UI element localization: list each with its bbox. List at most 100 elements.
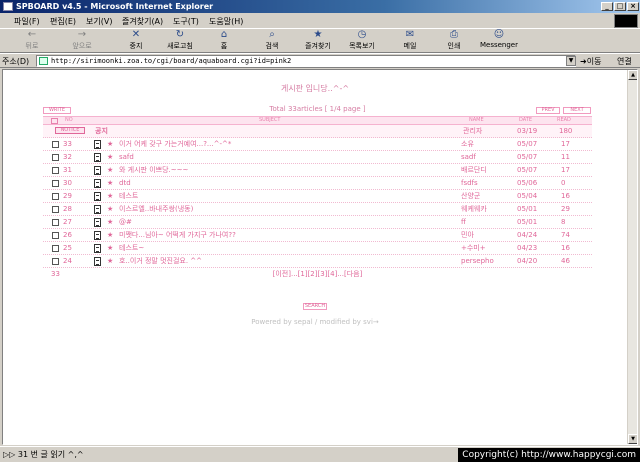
table-row[interactable]: 32 ★ safd sadf 05/07 11 — [43, 151, 592, 164]
row-name[interactable]: persepho — [461, 255, 494, 267]
row-checkbox[interactable] — [52, 206, 59, 213]
mail-button[interactable]: ✉ 메일 — [390, 30, 430, 52]
row-read: 17 — [561, 166, 570, 174]
forward-button[interactable]: → 앞으로 — [62, 30, 102, 52]
row-number: 31 — [63, 166, 72, 174]
row-subject[interactable]: 이스르엘..바내주쌍(냉동) — [119, 203, 193, 215]
document-icon — [94, 153, 101, 162]
row-name[interactable]: +수미+ — [461, 242, 486, 254]
row-read: 74 — [561, 231, 570, 239]
go-arrow-icon: ➜ — [580, 57, 587, 66]
row-name[interactable]: 배르단디 — [461, 164, 487, 176]
row-number: 28 — [63, 205, 72, 213]
row-subject[interactable]: 미쨋다...님아~ 어떡게 가지구 가나여?? — [119, 229, 236, 241]
favorites-icon: ★ — [313, 29, 323, 40]
row-name[interactable]: 웨케웨카 — [461, 203, 487, 215]
print-button[interactable]: ⎙ 인쇄 — [434, 30, 474, 52]
go-button[interactable]: ➜이동 — [580, 56, 601, 67]
row-name[interactable]: 산양군 — [461, 190, 480, 202]
row-read: 29 — [561, 205, 570, 213]
page-viewport: 게시판 입니당..^-^ WRITE Total 33articles [ 1/… — [2, 69, 638, 445]
notice-read: 180 — [559, 127, 573, 135]
select-all-icon[interactable] — [51, 118, 58, 124]
table-row[interactable]: 26 ★ 미쨋다...님아~ 어떡게 가지구 가나여?? 민아 04/24 74 — [43, 229, 592, 242]
row-name[interactable]: ff — [461, 216, 466, 228]
row-checkbox[interactable] — [52, 193, 59, 200]
header-name: NAME — [469, 117, 484, 123]
history-button[interactable]: ◷ 목록보기 — [342, 30, 382, 52]
close-button[interactable]: × — [627, 2, 639, 11]
messenger-button[interactable]: ☺ Messenger — [474, 30, 524, 52]
row-checkbox[interactable] — [52, 245, 59, 252]
vertical-scrollbar[interactable]: ▲ ▼ — [627, 70, 637, 444]
favorites-button[interactable]: ★ 즐겨찾기 — [298, 30, 338, 52]
table-row[interactable]: 29 ★ 테스트 산양군 05/04 16 — [43, 190, 592, 203]
row-date: 04/20 — [517, 257, 538, 265]
table-row[interactable]: 25 ★ 테스트~ +수미+ 04/23 16 — [43, 242, 592, 255]
total-count: Total 33articles [ 1/4 page ] — [269, 105, 366, 113]
row-subject[interactable]: @# — [119, 216, 132, 228]
table-row[interactable]: 27 ★ @# ff 05/01 8 — [43, 216, 592, 229]
row-subject[interactable]: 와 게시판 이쁘당.~~~ — [119, 164, 188, 176]
home-button[interactable]: ⌂ 홈 — [204, 30, 244, 52]
back-button[interactable]: ← 뒤로 — [12, 30, 52, 52]
row-subject[interactable]: 이거 어케 갖구 가는거예여...?...^-^* — [119, 138, 231, 150]
row-subject[interactable]: 호..이거 정말 멋진걸요. ^^ — [119, 255, 202, 267]
document-icon — [94, 192, 101, 201]
scroll-up-arrow-icon[interactable]: ▲ — [628, 70, 637, 80]
search-board-button[interactable]: SEARCH — [303, 303, 327, 310]
search-icon: ⌕ — [269, 29, 275, 40]
scroll-down-arrow-icon[interactable]: ▼ — [628, 434, 637, 444]
menu-help[interactable]: 도움말(H) — [209, 16, 243, 27]
row-number: 29 — [63, 192, 72, 200]
search-button[interactable]: ⌕ 검색 — [252, 30, 292, 52]
prev-button[interactable]: PREV — [536, 107, 560, 114]
row-subject[interactable]: 테스트 — [119, 190, 138, 202]
notice-badge: NOTICE — [55, 127, 85, 134]
links-button[interactable]: 연결 — [617, 56, 632, 67]
row-date: 05/01 — [517, 205, 538, 213]
table-row[interactable]: 33 ★ 이거 어케 갖구 가는거예여...?...^-^* 소유 05/07 17 — [43, 138, 592, 151]
row-checkbox[interactable] — [52, 180, 59, 187]
notice-row[interactable]: NOTICE 공지 관리자 03/19 180 — [43, 125, 592, 138]
minimize-button[interactable]: _ — [601, 2, 613, 11]
maximize-button[interactable]: □ — [614, 2, 626, 11]
row-name[interactable]: 민아 — [461, 229, 474, 241]
menu-tools[interactable]: 도구(T) — [173, 16, 199, 27]
header-read: READ — [557, 117, 571, 123]
row-checkbox[interactable] — [52, 258, 59, 265]
row-checkbox[interactable] — [52, 219, 59, 226]
row-name[interactable]: sadf — [461, 151, 476, 163]
window-title: SPBOARD v4.5 - Microsoft Internet Explor… — [16, 2, 214, 11]
board-top-controls: WRITE Total 33articles [ 1/4 page ] PREV… — [43, 104, 592, 116]
menu-view[interactable]: 보기(V) — [86, 16, 112, 27]
row-checkbox[interactable] — [52, 154, 59, 161]
table-row[interactable]: 30 ★ dtd fsdfs 05/06 0 — [43, 177, 592, 190]
row-subject[interactable]: 테스트~ — [119, 242, 144, 254]
next-button[interactable]: NEXT — [563, 107, 591, 114]
stop-button[interactable]: ✕ 중지 — [116, 30, 156, 52]
row-name[interactable]: fsdfs — [461, 177, 478, 189]
row-subject[interactable]: safd — [119, 151, 134, 163]
row-date: 05/07 — [517, 166, 538, 174]
row-name[interactable]: 소유 — [461, 138, 474, 150]
url-input[interactable]: http://sirimoonki.zoa.to/cgi/board/aquab… — [36, 55, 576, 67]
row-checkbox[interactable] — [52, 167, 59, 174]
table-row[interactable]: 28 ★ 이스르엘..바내주쌍(냉동) 웨케웨카 05/01 29 — [43, 203, 592, 216]
row-checkbox[interactable] — [52, 232, 59, 239]
document-icon — [94, 244, 101, 253]
refresh-button[interactable]: ↻ 새로고침 — [160, 30, 200, 52]
window-titlebar: SPBOARD v4.5 - Microsoft Internet Explor… — [0, 0, 640, 13]
menu-favorites[interactable]: 즐겨찾기(A) — [122, 16, 163, 27]
row-subject[interactable]: dtd — [119, 177, 131, 189]
menu-file[interactable]: 파일(F) — [14, 16, 40, 27]
menu-edit[interactable]: 편집(E) — [50, 16, 76, 27]
address-dropdown-button[interactable]: ▼ — [566, 56, 576, 66]
row-checkbox[interactable] — [52, 141, 59, 148]
row-number: 27 — [63, 218, 72, 226]
page-icon — [39, 57, 48, 65]
table-row[interactable]: 31 ★ 와 게시판 이쁘당.~~~ 배르단디 05/07 17 — [43, 164, 592, 177]
notice-subject[interactable]: 공지 — [95, 125, 108, 137]
pagination[interactable]: [이전]...[1][2][3][4]...[다음] — [43, 268, 592, 280]
table-row[interactable]: 24 ★ 호..이거 정말 멋진걸요. ^^ persepho 04/20 46 — [43, 255, 592, 268]
